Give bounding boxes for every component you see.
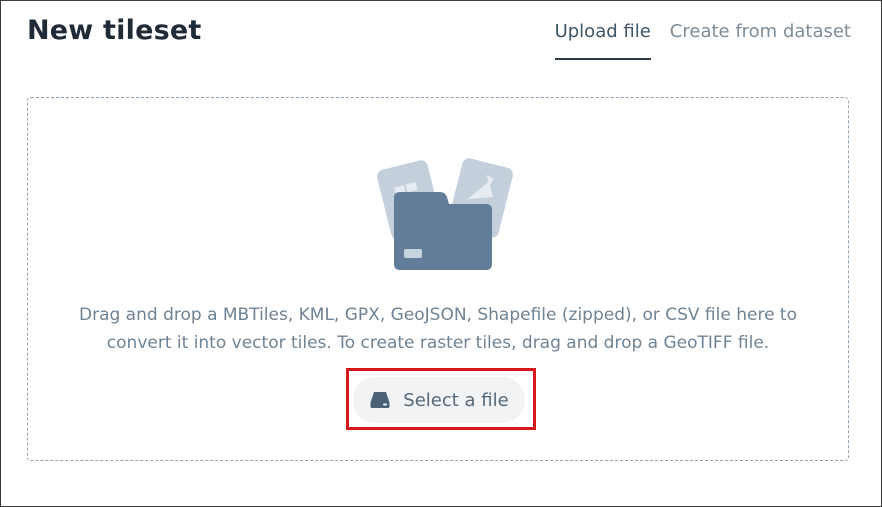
upload-instructions: Drag and drop a MBTiles, KML, GPX, GeoJS… [28, 301, 848, 357]
select-file-button[interactable]: Select a file [353, 377, 525, 423]
folder-with-map-tiles-icon [377, 158, 513, 270]
select-file-label: Select a file [403, 389, 509, 411]
instructions-line-1: Drag and drop a MBTiles, KML, GPX, GeoJS… [78, 305, 798, 325]
instructions-line-2: convert it into vector tiles. To create … [106, 333, 770, 353]
hard-drive-icon [370, 392, 390, 408]
page-title: New tileset [27, 15, 202, 46]
file-dropzone[interactable]: Drag and drop a MBTiles, KML, GPX, GeoJS… [27, 97, 849, 461]
new-tileset-dialog: New tileset Upload file Create from data… [0, 0, 882, 507]
tab-upload-file[interactable]: Upload file [554, 21, 651, 60]
tabs: Upload file Create from dataset [554, 21, 851, 60]
tab-create-from-dataset[interactable]: Create from dataset [670, 21, 851, 60]
